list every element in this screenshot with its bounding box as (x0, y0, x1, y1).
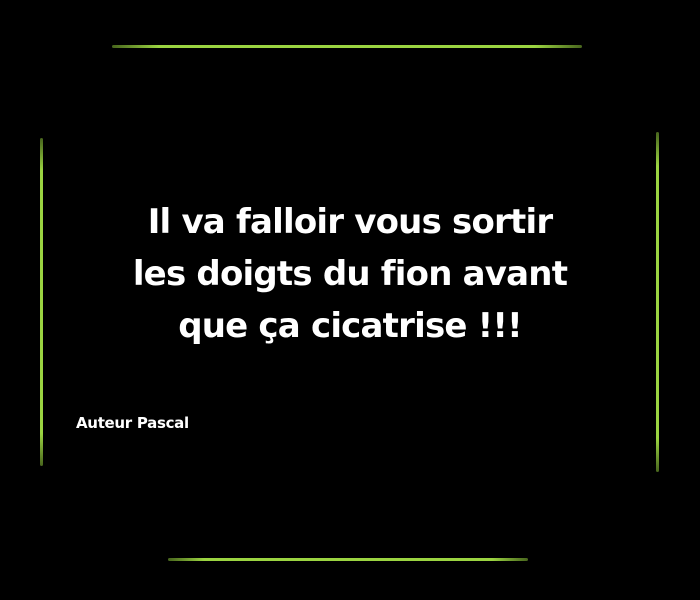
right-accent-line (656, 132, 659, 472)
quote-line-3: que ça cicatrise !!! (178, 306, 522, 346)
author-credit: Auteur Pascal (76, 414, 189, 432)
left-accent-line (40, 138, 43, 466)
quote-card: Il va falloir vous sortir les doigts du … (0, 0, 700, 600)
quote-line-1: Il va falloir vous sortir (147, 202, 553, 242)
quote-text: Il va falloir vous sortir les doigts du … (60, 196, 640, 352)
bottom-accent-line (168, 558, 528, 561)
top-accent-line (112, 45, 582, 48)
quote-line-2: les doigts du fion avant (132, 254, 568, 294)
